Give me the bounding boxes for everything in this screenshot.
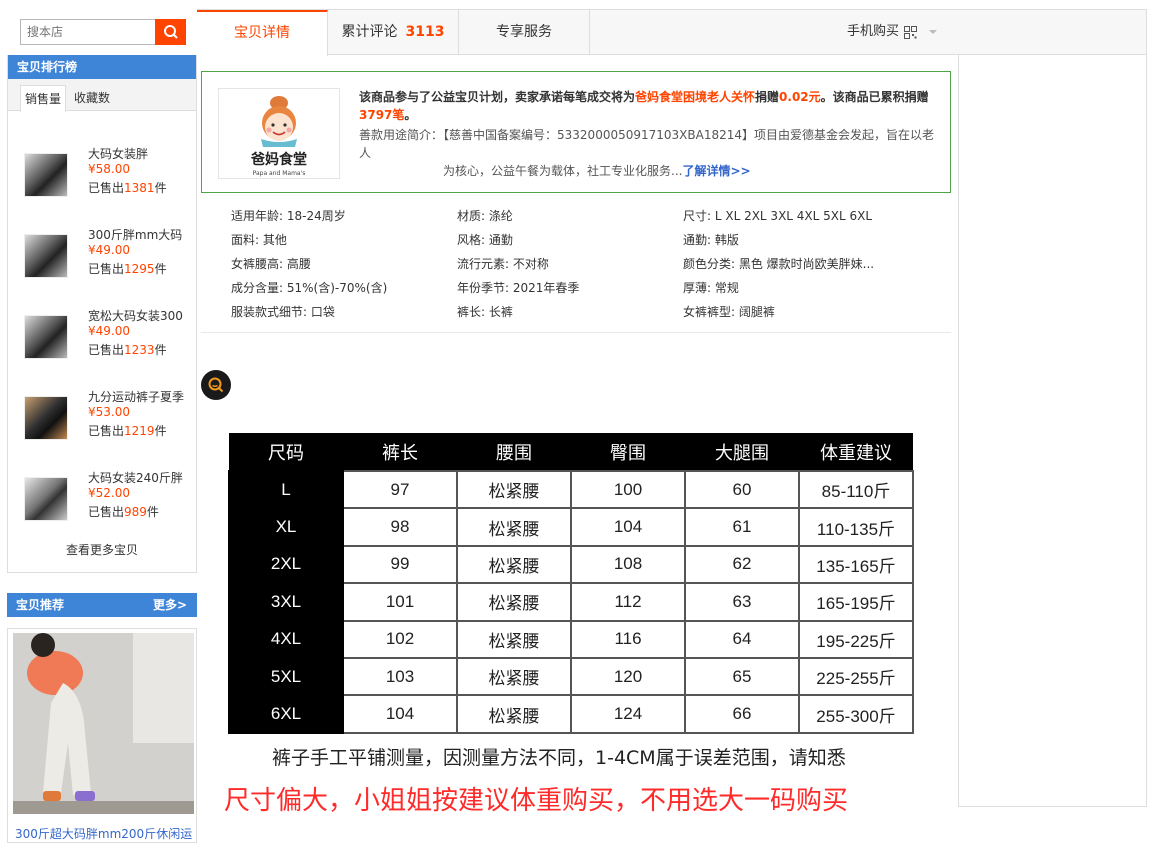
product-thumbnail[interactable] [24, 396, 68, 440]
search-icon [163, 25, 178, 39]
mobile-buy-button[interactable]: 手机购买 [847, 10, 938, 54]
charity-purpose: 善款用途简介：【慈善中国备案编号：5332000050917103XBA1821… [359, 128, 935, 160]
ranking-panel: 宝贝排行榜 销售量 收藏数 大码女装胖 ¥58.00 已售出1381件 300斤… [7, 55, 197, 573]
product-thumbnail[interactable] [24, 477, 68, 521]
list-item[interactable]: 九分运动裤子夏季 ¥53.00 已售出1219件 [8, 388, 196, 448]
table-row: 5XL 103 松紧腰 120 65 225-255斤 [228, 656, 914, 697]
product-thumbnail[interactable] [24, 315, 68, 359]
product-price: ¥58.00 [88, 162, 130, 176]
attribute: 年份季节: 2021年春季 [457, 281, 580, 295]
charity-statement: 该商品参与了公益宝贝计划，卖家承诺每笔成交将为爸妈食堂困境老人关怀捐赠0.02元… [359, 90, 929, 122]
product-name[interactable]: 宽松大码女装300 [88, 307, 193, 324]
sold-count: 已售出989件 [88, 505, 159, 519]
ranking-tabs: 销售量 收藏数 [8, 79, 196, 112]
detail-tabbar: 宝贝详情 累计评论 3113 专享服务 手机购买 [197, 9, 1147, 56]
charity-learn-more-link[interactable]: 了解详情>> [682, 164, 750, 178]
table-row: 6XL 104 松紧腰 124 66 255-300斤 [228, 694, 914, 734]
attribute: 尺寸: L XL 2XL 3XL 4XL 5XL 6XL [683, 209, 873, 223]
attribute: 颜色分类: 黑色 爆款时尚欧美胖妹... [683, 257, 875, 271]
recommend-product-title[interactable]: 300斤超大码胖mm200斤休闲运 [15, 825, 195, 842]
recommend-panel: 宝贝推荐 更多> 300斤超大码胖mm200斤休闲运 [7, 593, 197, 843]
attribute: 女裤腰高: 高腰 [231, 257, 311, 271]
attribute: 适用年龄: 18-24周岁 [231, 209, 346, 223]
attribute: 流行元素: 不对称 [457, 257, 549, 271]
charity-box: 爸妈食堂 Papa and Mama's 该商品参与了公益宝贝计划，卖家承诺每笔… [201, 71, 951, 193]
sold-count: 已售出1219件 [88, 424, 167, 438]
table-row: 4XL 102 松紧腰 116 64 195-225斤 [228, 619, 914, 659]
tab-sales[interactable]: 销售量 [20, 85, 67, 112]
logo-text-en: Papa and Mama's [253, 170, 306, 177]
chevron-down-icon [929, 30, 937, 34]
attribute: 厚薄: 常规 [683, 281, 739, 295]
product-thumbnail[interactable] [24, 234, 68, 278]
attribute: 裤长: 长裤 [457, 305, 513, 319]
product-price: ¥53.00 [88, 405, 130, 419]
tab-item-detail[interactable]: 宝贝详情 [197, 10, 328, 56]
ranking-title: 宝贝排行榜 [8, 55, 196, 79]
charity-description: 该商品参与了公益宝贝计划，卖家承诺每笔成交将为爸妈食堂困境老人关怀捐赠0.02元… [359, 90, 935, 178]
size-header: 腰围 [457, 433, 571, 471]
product-name[interactable]: 大码女装240斤胖 [88, 469, 193, 486]
list-item[interactable]: 大码女装胖 ¥58.00 已售出1381件 [8, 145, 196, 205]
right-side-panel [958, 55, 1147, 807]
size-header: 大腿围 [685, 433, 799, 471]
tab-reviews[interactable]: 累计评论 3113 [328, 10, 459, 55]
size-header: 裤长 [343, 433, 457, 471]
zoom-icon [208, 377, 224, 393]
tab-service[interactable]: 专享服务 [459, 10, 590, 55]
table-row: 2XL 99 松紧腰 108 62 135-165斤 [228, 544, 914, 585]
recommend-product-image[interactable] [13, 633, 194, 814]
size-chart-image: 尺码 裤长 腰围 臀围 大腿围 体重建议 L 97 松紧腰 100 60 85-110斤 … [220, 430, 940, 816]
list-item[interactable]: 宽松大码女装300 ¥49.00 已售出1233件 [8, 307, 196, 367]
recommend-header: 宝贝推荐 更多> [7, 593, 197, 617]
attribute: 服装款式细节: 口袋 [231, 305, 335, 319]
attribute: 女裤裤型: 阔腿裤 [683, 305, 775, 319]
charity-logo: 爸妈食堂 Papa and Mama's [218, 88, 340, 179]
measurement-note: 裤子手工平铺测量，因测量方法不同，1-4CM属于误差范围，请知悉 [272, 747, 846, 769]
size-header: 臀围 [571, 433, 685, 471]
attribute: 风格: 通勤 [457, 233, 513, 247]
shop-search-input[interactable] [20, 19, 155, 45]
product-thumbnail[interactable] [24, 153, 68, 197]
attribute: 成分含量: 51%(含)-70%(含) [231, 281, 388, 295]
table-row: 3XL 101 松紧腰 112 63 165-195斤 [228, 582, 914, 622]
sizing-warning: 尺寸偏大，小姐姐按建议体重购买，不用选大一码购买 [224, 786, 849, 816]
sold-count: 已售出1381件 [88, 181, 167, 195]
attribute: 面料: 其他 [231, 233, 287, 247]
product-price: ¥52.00 [88, 486, 130, 500]
recommend-item[interactable]: 300斤超大码胖mm200斤休闲运 [7, 628, 197, 843]
product-price: ¥49.00 [88, 243, 130, 257]
product-name[interactable]: 300斤胖mm大码 [88, 226, 193, 243]
table-row: XL 98 松紧腰 104 61 110-135斤 [228, 507, 914, 547]
size-table: 尺码 裤长 腰围 臀围 大腿围 体重建议 L 97 松紧腰 100 60 85-110斤 … [228, 433, 914, 734]
recommend-title: 宝贝推荐 [16, 598, 65, 612]
search-button[interactable] [155, 19, 186, 45]
tab-favorites[interactable]: 收藏数 [70, 85, 114, 112]
review-count: 3113 [405, 24, 445, 40]
recommend-more-link[interactable]: 更多> [153, 593, 187, 617]
zoom-button[interactable] [201, 370, 231, 400]
shop-search [20, 19, 186, 45]
sold-count: 已售出1233件 [88, 343, 167, 357]
list-item[interactable]: 300斤胖mm大码 ¥49.00 已售出1295件 [8, 226, 196, 286]
divider [201, 332, 951, 333]
logo-text-cn: 爸妈食堂 [250, 151, 307, 168]
attribute: 材质: 涤纶 [457, 209, 513, 223]
size-header: 尺码 [229, 433, 343, 471]
product-name[interactable]: 九分运动裤子夏季 [88, 388, 193, 405]
product-price: ¥49.00 [88, 324, 130, 338]
sold-count: 已售出1295件 [88, 262, 167, 276]
mobile-buy-label: 手机购买 [846, 24, 899, 39]
size-header: 体重建议 [799, 433, 913, 471]
view-more-link[interactable]: 查看更多宝贝 [8, 541, 196, 558]
qrcode-icon [904, 25, 917, 39]
product-name[interactable]: 大码女装胖 [88, 145, 193, 162]
attribute: 通勤: 韩版 [683, 233, 739, 247]
table-row: L 97 松紧腰 100 60 85-110斤 [228, 469, 914, 510]
list-item[interactable]: 大码女装240斤胖 ¥52.00 已售出989件 [8, 469, 196, 529]
